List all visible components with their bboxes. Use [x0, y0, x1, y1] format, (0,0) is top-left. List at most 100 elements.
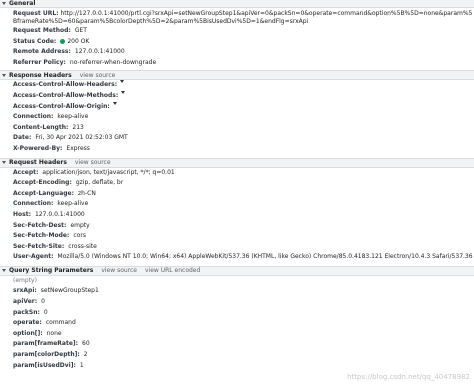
request-header-row: Sec-Fetch-Site: cross-site [0, 242, 474, 253]
request-header-row: Accept: application/json, text/javascript… [0, 168, 474, 179]
request-method-row: Request Method: GET [0, 26, 474, 37]
request-header-row: Sec-Fetch-Mode: cors [0, 231, 474, 242]
dropdown-arrow-icon[interactable] [120, 80, 125, 84]
response-header-key: X-Powered-By: [13, 144, 63, 152]
referrer-policy-value: no-referrer-when-downgrade [69, 58, 157, 66]
query-param-row: param[colorDepth]: 2 [0, 350, 474, 361]
request-header-row: Connection: keep-alive [0, 199, 474, 210]
collapse-triangle-icon[interactable] [2, 2, 6, 5]
query-param-value: 0 [41, 298, 45, 306]
response-headers-title: Response Headers [9, 71, 72, 79]
collapse-triangle-icon[interactable] [2, 73, 6, 77]
query-param-value: none [46, 329, 62, 337]
request-url-row: Request URL: http://127.0.0.1:41000/prtl… [0, 8, 474, 26]
query-param-row: param[isUsedDvi]: 1 [0, 361, 474, 372]
query-view-url-encoded-link[interactable]: view URL encoded [145, 267, 200, 274]
response-header-row: Access-Control-Allow-Headers: [0, 80, 474, 91]
query-params-section-header[interactable]: Query String Parameters view source view… [0, 265, 474, 276]
response-header-row: Content-Length: 213 [0, 123, 474, 134]
response-header-key: Connection: [13, 113, 54, 121]
query-param-key: packSn: [13, 308, 40, 316]
response-header-row: Access-Control-Allow-Methods: [0, 90, 474, 102]
response-header-value: keep-alive [57, 113, 89, 121]
collapse-triangle-icon[interactable] [2, 161, 6, 165]
query-param-key: option[]: [13, 329, 43, 337]
referrer-policy-label: Referrer Policy: [13, 58, 66, 66]
request-headers-list: Accept: application/json, text/javascript… [0, 168, 474, 263]
request-header-row: Sec-Fetch-Dest: empty [0, 221, 474, 232]
query-param-key: param[isUsedDvi]: [13, 361, 76, 369]
response-header-row: X-Powered-By: Express [0, 144, 474, 155]
request-header-row: Host: 127.0.0.1:41000 [0, 210, 474, 221]
request-header-key: Host: [13, 210, 31, 218]
request-method-value: GET [74, 27, 87, 34]
general-title: General [9, 0, 36, 7]
request-header-value: 127.0.0.1:41000 [34, 210, 85, 218]
query-view-source-link[interactable]: view source [101, 267, 137, 274]
remote-address-row: Remote Address: 127.0.0.1:41000 [0, 47, 474, 58]
request-header-row: Accept-Encoding: gzip, deflate, br [0, 178, 474, 189]
request-header-key: Sec-Fetch-Dest: [13, 221, 67, 229]
request-headers-section-header[interactable]: Request Headers view source [0, 157, 474, 168]
request-header-value: gzip, deflate, br [75, 179, 124, 187]
response-view-source-link[interactable]: view source [80, 72, 116, 79]
request-method-label: Request Method: [13, 27, 71, 34]
response-header-key: Access-Control-Allow-Origin: [13, 102, 110, 110]
request-header-key: Accept-Language: [13, 189, 75, 197]
response-header-key: Date: [13, 134, 32, 142]
request-header-value: empty [70, 221, 90, 229]
request-header-value: zh-CN [78, 189, 96, 197]
status-code-value: 200 OK [67, 37, 90, 45]
request-header-key: Accept-Encoding: [13, 179, 72, 187]
query-param-key: apiVer: [13, 298, 38, 306]
collapse-triangle-icon[interactable] [2, 269, 6, 273]
query-param-key: operate: [13, 319, 42, 327]
query-param-key: param[colorDepth]: [13, 351, 80, 359]
watermark: https://blog.csdn.net/qq_40478982 [347, 373, 470, 381]
dropdown-arrow-icon[interactable] [121, 90, 126, 94]
query-param-row: option[]: none [0, 329, 474, 340]
request-header-key: Accept: [13, 168, 39, 176]
response-header-row: Connection: keep-alive [0, 112, 474, 123]
query-param-key: srxApi: [13, 287, 37, 295]
response-header-value: 213 [72, 123, 84, 131]
query-param-value: 0 [43, 308, 48, 316]
query-param-value: command [45, 319, 76, 327]
request-header-key: Sec-Fetch-Mode: [13, 232, 70, 240]
response-header-key: Access-Control-Allow-Headers: [13, 81, 118, 89]
request-header-row: Accept-Language: zh-CN [0, 189, 474, 200]
query-param-row: apiVer: 0 [0, 297, 474, 308]
request-url-value: http://127.0.0.1:41000/prtl.cgi?srxApi=s… [13, 10, 473, 25]
query-params-list: srxApi: setNewGroupStep1 apiVer: 0 packSn: 0 o… [0, 286, 474, 371]
query-param-value: 60 [82, 340, 90, 348]
response-header-value: Fri, 30 Apr 2021 02:52:03 GMT [35, 134, 128, 142]
status-code-wrap: 200 OK [60, 37, 89, 48]
query-param-key: param[frameRate]: [13, 340, 79, 348]
request-header-key: Sec-Fetch-Site: [13, 242, 65, 250]
query-param-row: operate: command [0, 318, 474, 329]
response-headers-section-header[interactable]: Response Headers view source [0, 70, 474, 81]
request-view-source-link[interactable]: view source [75, 159, 111, 166]
query-empty-label: (empty) [13, 276, 37, 284]
dropdown-arrow-icon[interactable] [112, 101, 117, 105]
request-header-value: keep-alive [57, 200, 89, 208]
request-header-value: application/json, text/javascript, */*; … [42, 168, 175, 176]
request-headers-title: Request Headers [9, 159, 67, 167]
response-header-row: Date: Fri, 30 Apr 2021 02:52:03 GMT [0, 133, 474, 144]
response-headers-list: Access-Control-Allow-Headers: Access-Cont… [0, 80, 474, 154]
status-code-label: Status Code: [13, 37, 57, 45]
response-header-value: Express [66, 144, 90, 152]
general-section-header[interactable]: General [0, 0, 474, 8]
request-header-value: cross-site [68, 242, 97, 250]
referrer-policy-row: Referrer Policy: no-referrer-when-downgr… [0, 58, 474, 69]
request-url-label: Request URL: [13, 10, 59, 17]
request-header-row: User-Agent: Mozilla/5.0 (Windows NT 10.0;… [0, 252, 474, 263]
request-header-key: Connection: [13, 200, 54, 208]
response-header-key: Content-Length: [13, 123, 69, 131]
remote-address-value: 127.0.0.1:41000 [74, 48, 125, 56]
query-param-row: srxApi: setNewGroupStep1 [0, 286, 474, 297]
response-header-key: Access-Control-Allow-Methods: [13, 91, 119, 99]
query-param-row: packSn: 0 [0, 308, 474, 319]
status-ok-dot-icon [60, 38, 66, 44]
status-code-row: Status Code: 200 OK [0, 37, 474, 48]
